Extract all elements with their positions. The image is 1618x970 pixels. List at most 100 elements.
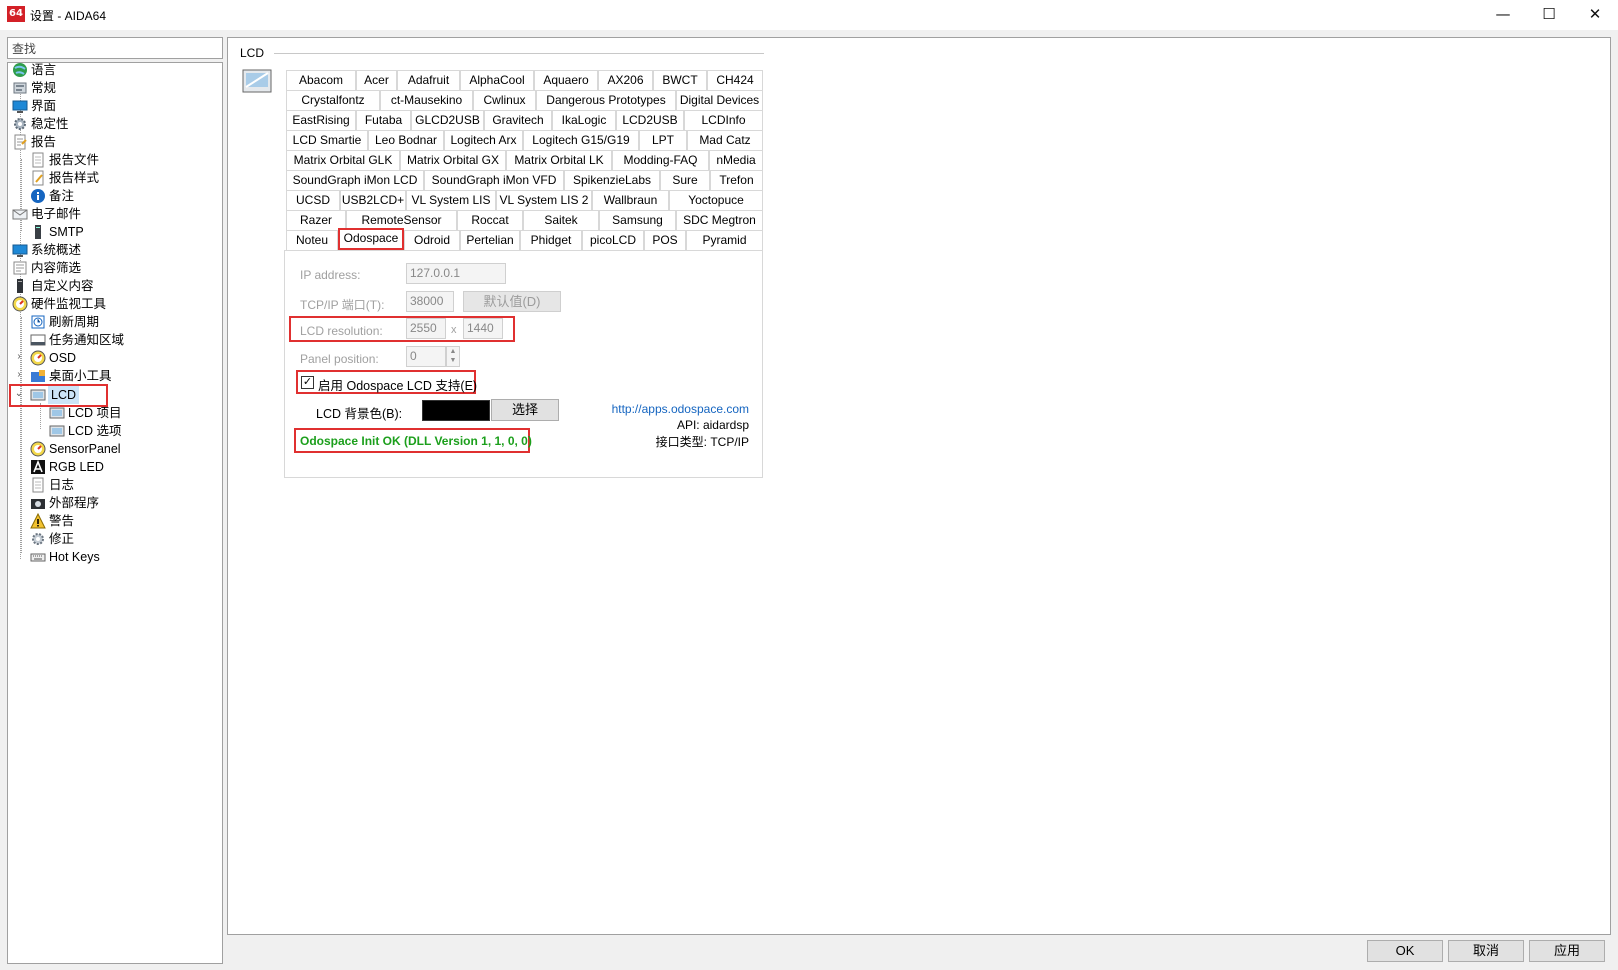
- tab-roccat[interactable]: Roccat: [457, 210, 523, 230]
- tab-lcd2usb[interactable]: LCD2USB: [616, 110, 684, 130]
- log-icon: [32, 477, 44, 493]
- search-input[interactable]: 查找: [7, 37, 223, 59]
- tab-vl-system-lis[interactable]: VL System LIS: [406, 190, 496, 210]
- tab-soundgraph-imon-lcd[interactable]: SoundGraph iMon LCD: [286, 170, 424, 190]
- tcp-port-field[interactable]: 38000: [406, 291, 454, 312]
- section-divider: [274, 53, 764, 54]
- tab-gravitech[interactable]: Gravitech: [484, 110, 552, 130]
- tab-row-6: SoundGraph iMon LCD SoundGraph iMon VFD Sp…: [286, 170, 763, 190]
- enable-odospace-label[interactable]: 启用 Odospace LCD 支持(E): [318, 375, 477, 394]
- minimize-button-2[interactable]: —: [1480, 0, 1526, 30]
- tab-trefon[interactable]: Trefon: [710, 170, 763, 190]
- lcd-icon: [242, 69, 272, 93]
- lcd-bgcolor-label: LCD 背景色(B):: [316, 407, 403, 421]
- tab-row-9: Noteu Odospace Odroid Pertelian Phidget picoL…: [286, 228, 763, 250]
- gauge-icon: [30, 350, 46, 366]
- tab-bwct[interactable]: BWCT: [653, 70, 707, 90]
- tab-ax206[interactable]: AX206: [598, 70, 653, 90]
- section-title: LCD: [240, 46, 265, 60]
- lcd-bgcolor-swatch[interactable]: [422, 400, 490, 421]
- panel-position-spinner[interactable]: ▲ ▼: [446, 346, 460, 367]
- tab-pyramid[interactable]: Pyramid: [686, 230, 763, 250]
- tab-picolcd[interactable]: picoLCD: [582, 230, 644, 250]
- tab-logitech-arx[interactable]: Logitech Arx: [444, 130, 523, 150]
- tab-adafruit[interactable]: Adafruit: [397, 70, 460, 90]
- tab-matrix-orbital-glk[interactable]: Matrix Orbital GLK: [286, 150, 400, 170]
- globe-icon: [13, 63, 27, 77]
- panel-position-field[interactable]: 0: [406, 346, 446, 367]
- tab-soundgraph-imon-vfd[interactable]: SoundGraph iMon VFD: [424, 170, 564, 190]
- gauge-icon: [12, 296, 28, 312]
- tab-razer[interactable]: Razer: [286, 210, 346, 230]
- tab-sdc-megtron[interactable]: SDC Megtron: [676, 210, 763, 230]
- tab-pertelian[interactable]: Pertelian: [460, 230, 520, 250]
- tab-phidget[interactable]: Phidget: [520, 230, 582, 250]
- tab-dangerous-prototypes[interactable]: Dangerous Prototypes: [536, 90, 676, 110]
- ok-button[interactable]: OK: [1367, 940, 1443, 962]
- enable-odospace-checkbox[interactable]: ✓: [301, 376, 314, 389]
- file-icon: [32, 152, 44, 168]
- tab-matrix-orbital-lk[interactable]: Matrix Orbital LK: [506, 150, 612, 170]
- title-bar: 64 设置 - AIDA64 —: [0, 0, 1618, 30]
- tab-mad-catz[interactable]: Mad Catz: [687, 130, 763, 150]
- tab-modding-faq[interactable]: Modding-FAQ: [612, 150, 709, 170]
- default-value-button[interactable]: 默认值(D): [463, 291, 561, 312]
- tab-lpt[interactable]: LPT: [639, 130, 687, 150]
- tab-leo-bodnar[interactable]: Leo Bodnar: [368, 130, 444, 150]
- clock-icon: [31, 315, 45, 329]
- tab-aquaero[interactable]: Aquaero: [534, 70, 598, 90]
- tab-lcd-smartie[interactable]: LCD Smartie: [286, 130, 368, 150]
- expand-osd-chevron-right-icon[interactable]: ›: [14, 351, 24, 362]
- tab-saitek[interactable]: Saitek: [523, 210, 599, 230]
- tab-ikalogic[interactable]: IkaLogic: [552, 110, 616, 130]
- tab-abacom[interactable]: Abacom: [286, 70, 356, 90]
- tab-futaba[interactable]: Futaba: [356, 110, 411, 130]
- resolution-height-field[interactable]: 1440: [463, 318, 503, 339]
- tab-ch424[interactable]: CH424: [707, 70, 763, 90]
- tab-cwlinux[interactable]: Cwlinux: [473, 90, 536, 110]
- tab-samsung[interactable]: Samsung: [599, 210, 676, 230]
- interface-type-text: 接口类型: TCP/IP: [655, 435, 749, 449]
- ip-address-field[interactable]: 127.0.0.1: [406, 263, 506, 284]
- tcp-port-label: TCP/IP 端口(T):: [300, 298, 385, 312]
- tab-sure[interactable]: Sure: [660, 170, 710, 190]
- odospace-website-link[interactable]: http://apps.odospace.com: [608, 402, 749, 416]
- collapse-lcd-chevron-down-icon[interactable]: ⌄: [14, 388, 24, 399]
- gadget-icon: [31, 370, 45, 382]
- tab-matrix-orbital-gx[interactable]: Matrix Orbital GX: [400, 150, 506, 170]
- tab-odroid[interactable]: Odroid: [404, 230, 460, 250]
- camera-icon: [31, 499, 45, 509]
- tab-row-3: EastRising Futaba GLCD2USB Gravitech IkaLogi…: [286, 110, 763, 130]
- tab-glcd2usb[interactable]: GLCD2USB: [411, 110, 484, 130]
- tab-logitech-g15-g19[interactable]: Logitech G15/G19: [523, 130, 639, 150]
- cancel-button[interactable]: 取消: [1448, 940, 1524, 962]
- tab-spikenzielabs[interactable]: SpikenzieLabs: [564, 170, 660, 190]
- tab-yoctopuce[interactable]: Yoctopuce: [669, 190, 763, 210]
- tab-noteu[interactable]: Noteu: [286, 230, 338, 250]
- expand-gadget-chevron-right-icon[interactable]: ›: [14, 369, 24, 380]
- tab-wallbraun[interactable]: Wallbraun: [592, 190, 669, 210]
- apply-button[interactable]: 应用: [1529, 940, 1605, 962]
- tab-ct-mausekino[interactable]: ct-Mausekino: [380, 90, 473, 110]
- tab-odospace[interactable]: Odospace: [338, 228, 404, 250]
- close-button[interactable]: ✕: [1572, 0, 1618, 30]
- tab-eastrising[interactable]: EastRising: [286, 110, 356, 130]
- lcd-icon: [30, 389, 46, 401]
- keyboard-icon: [30, 553, 46, 562]
- tab-ucsd[interactable]: UCSD: [286, 190, 340, 210]
- tab-remotesensor[interactable]: RemoteSensor: [346, 210, 457, 230]
- tab-usb2lcd-[interactable]: USB2LCD+: [340, 190, 406, 210]
- tab-crystalfontz[interactable]: Crystalfontz: [286, 90, 380, 110]
- maximize-button[interactable]: ☐: [1526, 0, 1572, 30]
- tab-digital-devices[interactable]: Digital Devices: [676, 90, 763, 110]
- tab-pos[interactable]: POS: [644, 230, 686, 250]
- tab-nmedia[interactable]: nMedia: [709, 150, 763, 170]
- tab-acer[interactable]: Acer: [356, 70, 397, 90]
- tab-alphacool[interactable]: AlphaCool: [460, 70, 534, 90]
- tab-lcdinfo[interactable]: LCDInfo: [684, 110, 763, 130]
- choose-color-button[interactable]: 选择: [491, 399, 559, 421]
- minimize-icon-2: —: [1495, 5, 1511, 23]
- resolution-width-field[interactable]: 2550: [406, 318, 446, 339]
- monitor-icon: [12, 244, 28, 257]
- tab-vl-system-lis-2[interactable]: VL System LIS 2: [496, 190, 592, 210]
